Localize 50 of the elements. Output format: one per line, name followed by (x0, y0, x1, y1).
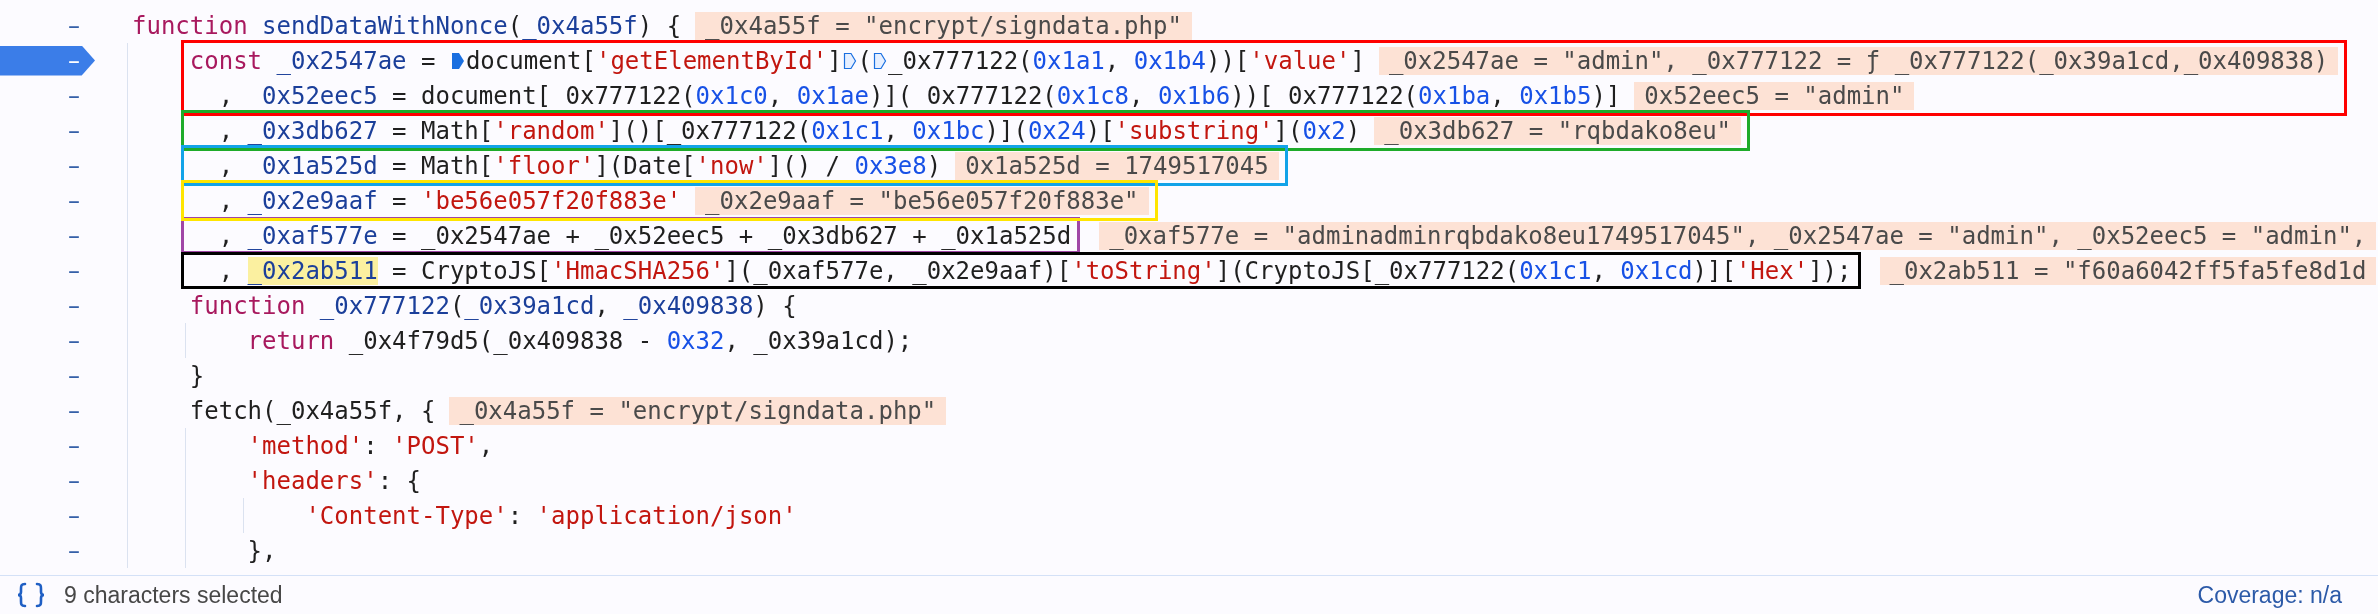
gutter-marker[interactable]: – (0, 150, 95, 181)
code-text: function _0x777122(_0x39a1cd, _0x409838) { (189, 291, 797, 320)
gutter-marker[interactable]: – (0, 395, 95, 426)
inline-breakpoint-outline-icon[interactable] (842, 51, 857, 70)
inline-value: _0x2547ae = "admin", _0x777122 = ƒ _0x777122(_0x39a1cd,_0x409838) (1378, 46, 2339, 75)
code-text: , _0xaf577e = _0x2547ae + _0x52eec5 + _0x3db627 + _0x1a525d (217, 221, 1072, 250)
inline-value: _0x4a55f = "encrypt/signdata.php" (695, 11, 1192, 40)
gutter-marker[interactable]: – (0, 325, 95, 356)
code-text: , _0x2e9aaf = 'be56e057f20f883e' (217, 186, 682, 215)
code-text: const _0x2547ae = (189, 46, 437, 75)
gutter-marker[interactable]: – (0, 465, 95, 496)
inline-value: _0x2ab511 = "f60a6042ff5fa5fe8d1d (1879, 256, 2377, 285)
code-text: ( (857, 46, 873, 75)
inline-value: 0x52eec5 = "admin" (1634, 81, 1915, 110)
inline-value: 0x1a525d = 1749517045 (955, 151, 1279, 180)
code-text: document['getElementById'] (465, 46, 842, 75)
inline-value: _0xaf577e = "adminadminrqbdako8eu1749517045", _0x2547ae = "admin", _0x52eec5 = "admin", (1099, 221, 2377, 250)
code-text: }, (247, 536, 277, 565)
code-text: 'method': 'POST', (247, 431, 494, 460)
gutter-marker[interactable]: – (0, 360, 95, 391)
code-text: , 0x1a525d = Math['floor'](Date['now']() / 0x3e8) (217, 151, 942, 180)
inline-value: _0x4a55f = "encrypt/signdata.php" (449, 396, 947, 425)
code-text: } (189, 361, 205, 390)
code-text: function sendDataWithNonce(_0x4a55f) { (132, 11, 682, 40)
coverage-status[interactable]: Coverage: n/a (2197, 581, 2342, 609)
gutter-marker[interactable]: – (0, 80, 95, 111)
code-text: , _0x2ab511 = CryptoJS['HmacSHA256'](_0xaf577e, _0x2e9aaf)['toString'](CryptoJS[_0x777122(0x1c1, 0x1cd)]['Hex']); (217, 256, 1852, 285)
code-text: 'headers': { (247, 466, 421, 495)
code-text: fetch(_0x4a55f, { (189, 396, 436, 425)
selection-status: 9 characters selected (64, 581, 283, 609)
gutter-marker[interactable]: – (0, 10, 95, 41)
code-text: , _0x3db627 = Math['random']()[_0x777122(0x1c1, 0x1bc)](0x24)['substring'](0x2) (217, 116, 1361, 145)
gutter-marker[interactable]: – (0, 115, 95, 146)
code-text: , 0x52eec5 = document[ 0x777122(0x1c0, 0x1ae)]( 0x777122(0x1c8, 0x1b6))[ 0x777122(0x1ba, 0x1b5)] (217, 81, 1621, 110)
code-text: _0x777122(0x1a1, 0x1b4))['value'] (888, 46, 1365, 75)
gutter-marker[interactable]: – (0, 255, 95, 286)
inline-breakpoint-outline-icon[interactable] (873, 51, 888, 70)
inline-value: _0x2e9aaf = "be56e057f20f883e" (695, 186, 1149, 215)
gutter-marker[interactable]: – (0, 535, 95, 566)
code-text: return _0x4f79d5(_0x409838 - 0x32, _0x39a1cd); (247, 326, 913, 355)
braces-icon[interactable] (16, 582, 46, 608)
inline-breakpoint-icon[interactable] (450, 51, 465, 70)
gutter-marker[interactable]: – (0, 290, 95, 321)
inline-value: _0x3db627 = "rqbdako8eu" (1374, 116, 1742, 145)
gutter-marker[interactable]: – (0, 185, 95, 216)
code-text: 'Content-Type': 'application/json' (305, 501, 797, 530)
breakpoint-marker[interactable]: – (0, 45, 95, 76)
gutter-marker[interactable]: – (0, 430, 95, 461)
gutter-marker[interactable]: – (0, 220, 95, 251)
gutter-marker[interactable]: – (0, 500, 95, 531)
